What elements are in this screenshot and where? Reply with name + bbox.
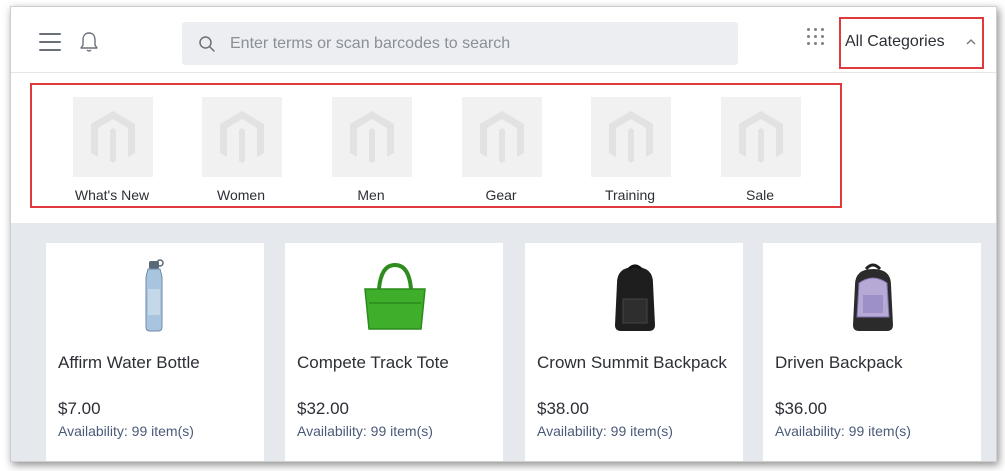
top-bar: All Categories	[11, 7, 996, 73]
category-label: What's New	[74, 187, 150, 203]
product-price: $32.00	[297, 399, 349, 418]
magento-logo-icon	[721, 97, 801, 177]
category-item-whats-new[interactable]: What's New	[52, 93, 172, 203]
category-selector-label: All Categories	[845, 33, 945, 50]
category-label: Sale	[745, 187, 775, 203]
category-item-gear[interactable]: Gear	[441, 93, 561, 203]
category-label: Training	[604, 187, 656, 203]
category-item-sale[interactable]: Sale	[700, 93, 820, 203]
search-bar[interactable]	[182, 22, 738, 65]
magento-logo-icon	[332, 97, 412, 177]
search-input[interactable]	[230, 22, 720, 65]
product-name: Driven Backpack	[775, 353, 903, 372]
product-availability: Availability: 99 item(s)	[775, 423, 911, 439]
chevron-up-icon	[966, 39, 976, 45]
magento-logo-icon	[73, 97, 153, 177]
hamburger-menu-icon[interactable]	[39, 33, 61, 51]
product-price: $36.00	[775, 399, 827, 418]
product-availability: Availability: 99 item(s)	[537, 423, 673, 439]
product-card[interactable]: Affirm Water Bottle $7.00 Availability: …	[46, 243, 264, 461]
product-card[interactable]: Crown Summit Backpack $38.00 Availabilit…	[525, 243, 743, 461]
magento-logo-icon	[462, 97, 542, 177]
product-price: $38.00	[537, 399, 589, 418]
product-availability: Availability: 99 item(s)	[297, 423, 433, 439]
magento-logo-icon	[591, 97, 671, 177]
backpack-image	[853, 263, 893, 331]
tote-bag-image	[364, 262, 426, 330]
bell-icon[interactable]	[77, 30, 101, 54]
product-availability: Availability: 99 item(s)	[58, 423, 194, 439]
pos-window: All Categories What's New Women	[10, 6, 997, 462]
magento-logo-icon	[202, 97, 282, 177]
product-price: $7.00	[58, 399, 101, 418]
water-bottle-image	[145, 259, 164, 332]
category-item-women[interactable]: Women	[181, 93, 301, 203]
category-selector[interactable]: All Categories	[839, 17, 984, 69]
product-name: Crown Summit Backpack	[537, 353, 727, 372]
product-card[interactable]: Compete Track Tote $32.00 Availability: …	[285, 243, 503, 461]
product-grid: Affirm Water Bottle $7.00 Availability: …	[11, 223, 996, 461]
category-strip: What's New Women Men Gear Training Sale	[11, 73, 996, 258]
category-label: Gear	[485, 187, 517, 203]
product-name: Compete Track Tote	[297, 353, 449, 372]
product-name: Affirm Water Bottle	[58, 353, 200, 372]
grid-apps-icon[interactable]	[806, 27, 826, 47]
category-item-training[interactable]: Training	[570, 93, 690, 203]
category-label: Women	[217, 187, 265, 203]
category-label: Men	[357, 187, 385, 203]
search-icon	[199, 36, 215, 52]
product-card[interactable]: Driven Backpack $36.00 Availability: 99 …	[763, 243, 981, 461]
category-list: What's New Women Men Gear Training Sale	[30, 83, 842, 208]
category-item-men[interactable]: Men	[311, 93, 431, 203]
backpack-image	[615, 264, 655, 331]
